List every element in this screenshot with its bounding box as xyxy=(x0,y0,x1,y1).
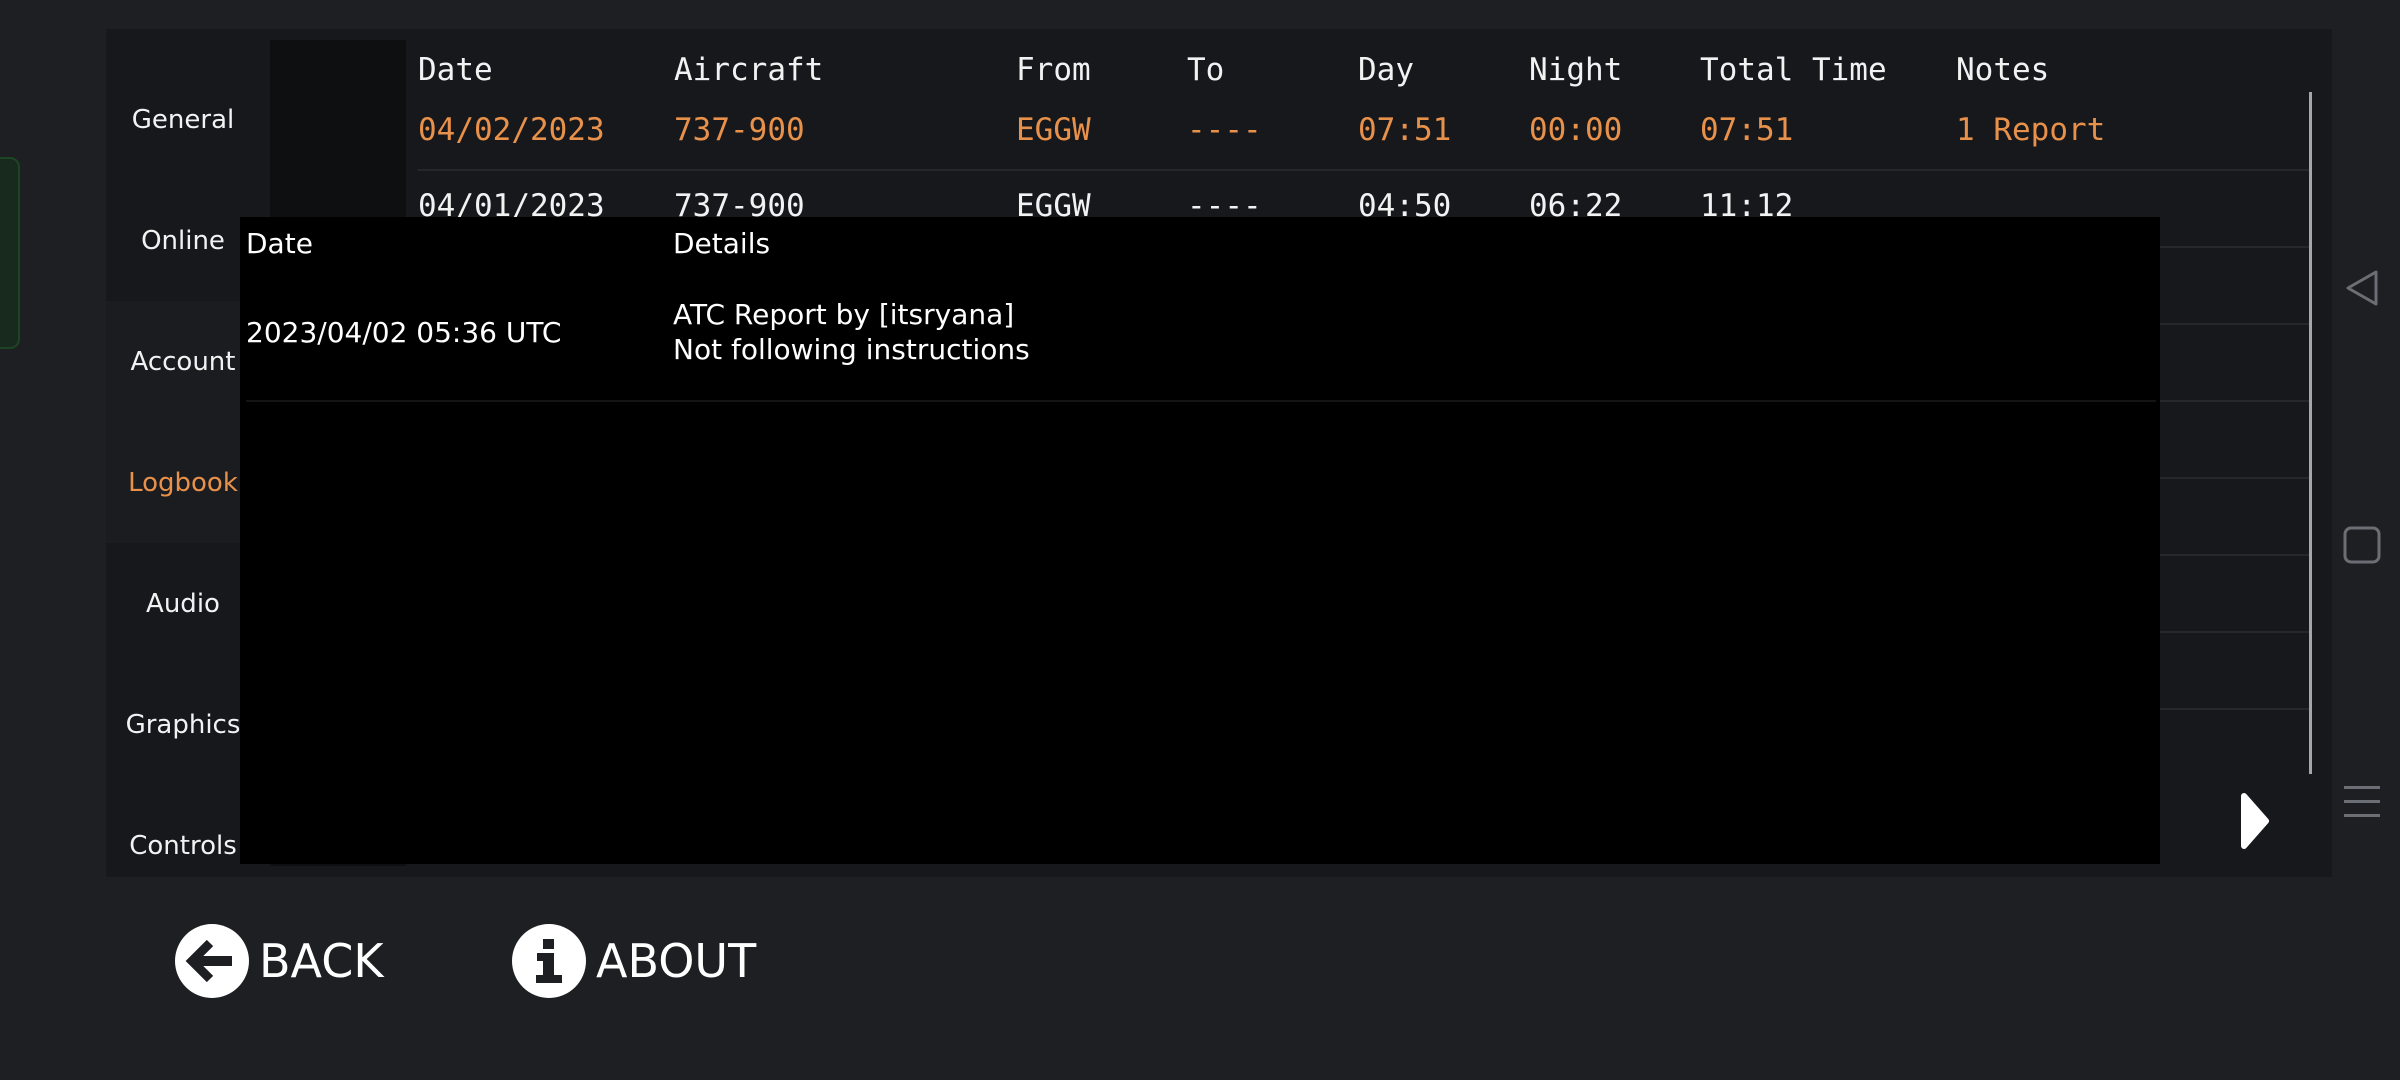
table-row[interactable]: 04/02/2023 737-900 EGGW ---- 07:51 00:00… xyxy=(418,112,2308,152)
column-header-to: To xyxy=(1187,52,1225,88)
sidebar-item-graphics[interactable]: Graphics xyxy=(106,664,260,785)
arrow-left-icon xyxy=(175,924,249,998)
report-date: 2023/04/02 05:36 UTC xyxy=(246,316,562,349)
report-title: ATC Report by [itsryana] xyxy=(673,298,1015,331)
column-header-notes: Notes xyxy=(1956,52,2050,88)
side-handle[interactable] xyxy=(0,157,20,349)
info-icon xyxy=(512,924,586,998)
column-header-day: Day xyxy=(1358,52,1414,88)
back-label: BACK xyxy=(259,934,384,988)
sidebar-item-audio[interactable]: Audio xyxy=(106,543,260,664)
play-arrow-icon xyxy=(2241,793,2269,849)
cell-to: ---- xyxy=(1187,112,1262,148)
square-home-icon xyxy=(2343,526,2381,564)
report-reason: Not following instructions xyxy=(673,333,1030,366)
cell-aircraft: 737-900 xyxy=(674,112,805,148)
popup-header-details: Details xyxy=(673,227,771,260)
triangle-back-icon xyxy=(2346,270,2378,306)
cell-date: 04/02/2023 xyxy=(418,112,605,148)
cell-night: 00:00 xyxy=(1529,112,1623,148)
about-button[interactable]: ABOUT xyxy=(512,924,756,998)
column-header-total-time: Total Time xyxy=(1700,52,1887,88)
sidebar-item-general[interactable]: General xyxy=(106,59,260,180)
column-header-aircraft: Aircraft xyxy=(674,52,824,88)
sidebar-item-controls[interactable]: Controls xyxy=(106,785,260,906)
system-recents-button[interactable] xyxy=(2342,782,2382,826)
system-back-button[interactable] xyxy=(2342,268,2382,312)
settings-sidebar: General Online Account Logbook Audio Gra… xyxy=(106,29,260,877)
column-header-from: From xyxy=(1016,52,1091,88)
next-page-button[interactable] xyxy=(2236,792,2276,850)
sidebar-item-logbook[interactable]: Logbook xyxy=(106,422,260,543)
row-divider xyxy=(418,169,2312,171)
logbook-scrollbar[interactable] xyxy=(2309,92,2312,774)
menu-lines-icon xyxy=(2344,786,2380,817)
back-button[interactable]: BACK xyxy=(175,924,384,998)
cell-notes-report-link[interactable]: 1 Report xyxy=(1956,112,2105,148)
report-details-popup[interactable]: Date Details 2023/04/02 05:36 UTC ATC Re… xyxy=(240,217,2160,864)
column-header-night: Night xyxy=(1529,52,1623,88)
cell-day: 07:51 xyxy=(1358,112,1452,148)
cell-total-time: 07:51 xyxy=(1700,112,1794,148)
sidebar-item-account[interactable]: Account xyxy=(106,301,260,422)
column-header-date: Date xyxy=(418,52,493,88)
sidebar-item-online[interactable]: Online xyxy=(106,180,260,301)
popup-header-date: Date xyxy=(246,227,313,260)
about-label: ABOUT xyxy=(596,934,757,988)
popup-row-divider xyxy=(246,400,2156,402)
system-home-button[interactable] xyxy=(2342,525,2382,569)
cell-from: EGGW xyxy=(1016,112,1091,148)
